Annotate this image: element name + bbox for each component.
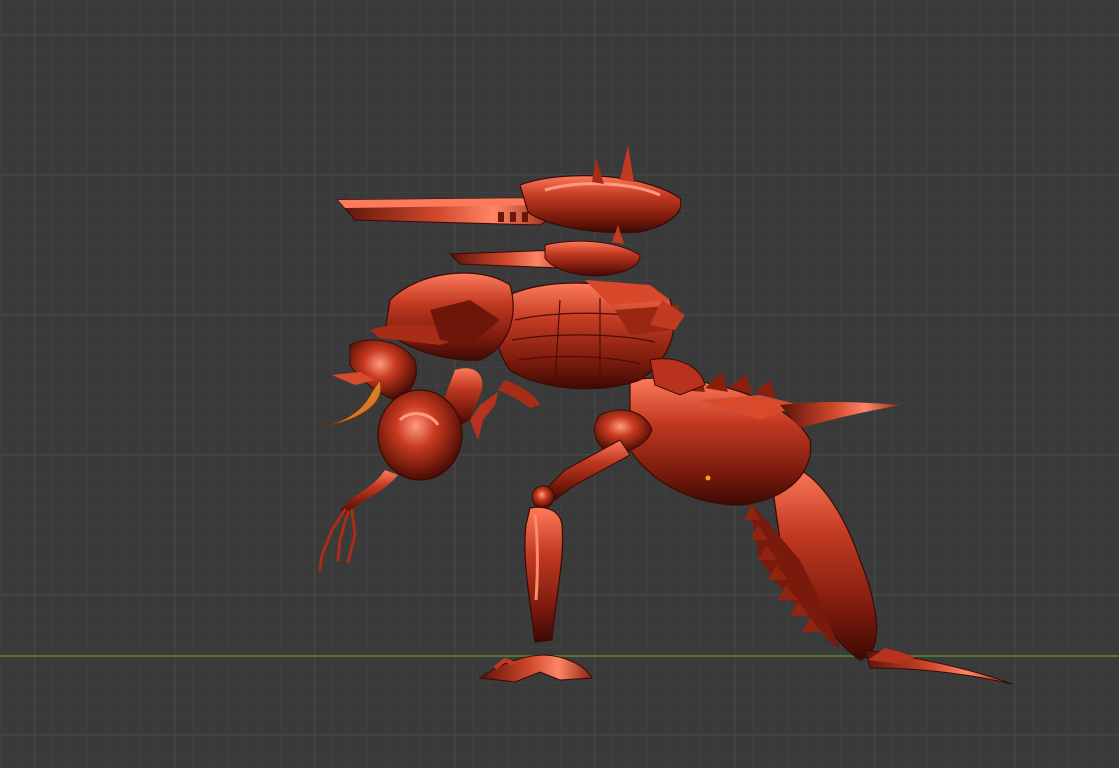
origin-marker[interactable] bbox=[705, 475, 711, 481]
3d-viewport[interactable] bbox=[0, 0, 1119, 768]
viewport-canvas[interactable] bbox=[0, 0, 1119, 768]
